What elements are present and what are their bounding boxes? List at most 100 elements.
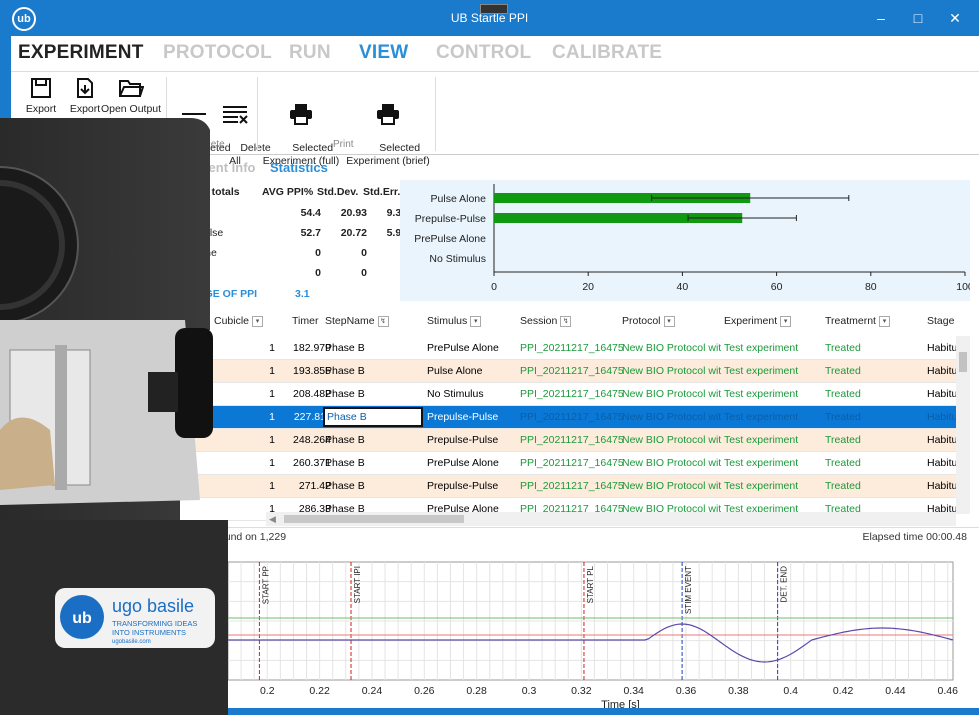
menu-run[interactable]: RUN bbox=[289, 42, 331, 64]
cell-session: PPI_20211217_16475 bbox=[520, 411, 624, 423]
cell-timer: 248.264 bbox=[293, 434, 331, 446]
cell-protocol: New BIO Protocol wit bbox=[622, 434, 722, 446]
filter-active-icon[interactable]: ↯ bbox=[377, 315, 389, 327]
event-marker-label: DET. END bbox=[780, 566, 789, 603]
cell-editor[interactable]: Phase B bbox=[323, 407, 423, 427]
close-icon[interactable]: ✕ bbox=[941, 8, 969, 28]
category-label: Prepulse-Pulse bbox=[415, 213, 486, 225]
cell-stage: Habitu bbox=[927, 480, 958, 492]
cell-cubicle: 1 bbox=[269, 434, 275, 446]
cell-treatment: Treated bbox=[825, 365, 861, 377]
filter-icon[interactable]: ▾ bbox=[470, 315, 482, 327]
x-tick-label: 0.44 bbox=[885, 685, 906, 697]
col-cubicle-label: Cubicle bbox=[214, 315, 250, 327]
menu-view[interactable]: VIEW bbox=[359, 42, 408, 64]
x-axis-label: Time [s] bbox=[601, 699, 640, 708]
vertical-scrollbar[interactable] bbox=[956, 336, 970, 514]
export-icon bbox=[77, 78, 93, 98]
col-stimulus[interactable]: Stimulus ▾ bbox=[427, 315, 482, 327]
cell-step: Phase B bbox=[325, 365, 365, 377]
minimize-icon[interactable]: – bbox=[867, 8, 895, 28]
save-icon bbox=[31, 78, 51, 98]
col-session[interactable]: Session ↯ bbox=[520, 315, 572, 327]
col-stepname[interactable]: StepName ↯ bbox=[325, 315, 389, 327]
ribbon-separator bbox=[166, 77, 167, 151]
x-tick-label: 60 bbox=[771, 281, 783, 293]
x-tick-label: 0.4 bbox=[783, 685, 798, 697]
category-label: Pulse Alone bbox=[431, 193, 487, 205]
x-tick-label: 0.42 bbox=[833, 685, 854, 697]
filter-icon[interactable]: ▾ bbox=[663, 315, 675, 327]
cell-stage: Habitu bbox=[927, 434, 958, 446]
filter-icon[interactable]: ▾ bbox=[780, 315, 792, 327]
table-row[interactable]: 1 248.264 Phase B Prepulse-Pulse PPI_2021121… bbox=[11, 429, 958, 452]
stats-avg: 0 bbox=[315, 247, 321, 259]
stats-avg: 52.7 bbox=[300, 227, 321, 239]
stats-sd: 20.72 bbox=[340, 227, 367, 239]
horizontal-scrollbar[interactable]: ◀ bbox=[266, 512, 956, 526]
table-row[interactable]: 1 182.979 Phase B PrePulse Alone PPI_2021121… bbox=[11, 337, 957, 360]
cell-stage: Habitu bbox=[927, 457, 958, 469]
filter-active-icon[interactable]: ↯ bbox=[560, 315, 572, 327]
delete-group-label: elete bbox=[203, 139, 225, 150]
cell-session: PPI_20211217_16475 bbox=[520, 388, 624, 400]
open-output-button[interactable]: Open Output bbox=[99, 77, 163, 116]
menu-calibrate[interactable]: CALIBRATE bbox=[552, 42, 662, 64]
cell-protocol: New BIO Protocol wit bbox=[622, 342, 722, 354]
export-label: Export bbox=[25, 103, 57, 115]
table-row[interactable]: 1 208.482 Phase B No Stimulus PPI_20211217_1… bbox=[11, 383, 957, 406]
cell-protocol: New BIO Protocol wit bbox=[622, 365, 722, 377]
x-tick-label: 0.28 bbox=[466, 685, 487, 697]
col-stage[interactable]: Stage bbox=[927, 315, 954, 327]
stats-label: ne bbox=[197, 207, 209, 219]
scroll-left-icon[interactable]: ◀ bbox=[269, 514, 276, 525]
table-row[interactable]: 1 193.855 Phase B Pulse Alone PPI_20211217_1… bbox=[11, 360, 958, 383]
scroll-thumb[interactable] bbox=[284, 515, 464, 523]
x-tick-label: 0.22 bbox=[309, 685, 330, 697]
menu-control[interactable]: CONTROL bbox=[436, 42, 531, 64]
tab-experiment-info[interactable]: ment Info bbox=[197, 160, 256, 175]
tab-statistics[interactable]: Statistics bbox=[270, 160, 328, 175]
cell-treatment: Treated bbox=[825, 388, 861, 400]
menu-protocol[interactable]: PROTOCOL bbox=[163, 42, 272, 64]
col-protocol[interactable]: Protocol ▾ bbox=[622, 315, 675, 327]
col-cubicle[interactable]: Cubicle ▾ bbox=[214, 315, 264, 327]
drag-grip-icon[interactable] bbox=[480, 4, 508, 14]
event-marker-label: START PP bbox=[261, 566, 270, 604]
cell-experiment: Test experiment bbox=[724, 342, 799, 354]
delete-all-icon bbox=[223, 106, 248, 124]
cell-stage: Habitu bbox=[927, 365, 958, 377]
startle-trace-plot: 0.2 0.22 0.24 0.26 0.28 0.3 0.32 0.34 0.36 0.38 0.… bbox=[11, 546, 979, 711]
table-row[interactable]: 1 271.42 Phase B Prepulse-Pulse PPI_20211217… bbox=[11, 475, 958, 498]
col-stage-label: Stage bbox=[927, 315, 955, 327]
category-label: PrePulse Alone bbox=[414, 233, 486, 245]
table-row[interactable]: 1227.811Phase BPrepulse-PulsePPI_2021121… bbox=[11, 406, 957, 429]
cell-stimulus: Pulse Alone bbox=[427, 365, 483, 377]
category-label: No Stimulus bbox=[429, 253, 486, 265]
stats-sd: 0 bbox=[361, 267, 367, 279]
scroll-thumb[interactable] bbox=[959, 352, 967, 372]
menu-experiment[interactable]: EXPERIMENT bbox=[18, 42, 144, 64]
x-tick-label: 0.24 bbox=[362, 685, 383, 697]
cell-timer: 208.482 bbox=[293, 388, 331, 400]
table-row[interactable]: 1 260.371 Phase B PrePulse Alone PPI_2021121… bbox=[11, 452, 958, 475]
cell-step: Phase B bbox=[325, 434, 365, 446]
cell-treatment: Treated bbox=[825, 480, 861, 492]
delete-selected-icon bbox=[182, 113, 206, 115]
col-treatment[interactable]: Treatmernt ▾ bbox=[825, 315, 890, 327]
filter-icon[interactable]: ▾ bbox=[878, 315, 890, 327]
stats-label: lone bbox=[197, 247, 217, 259]
stats-label: Pulse bbox=[197, 227, 224, 239]
printer-icon bbox=[290, 104, 312, 125]
cell-cubicle: 1 bbox=[269, 480, 275, 492]
cell-session: PPI_20211217_16475 bbox=[520, 434, 624, 446]
filter-icon[interactable]: ▾ bbox=[252, 315, 264, 327]
elapsed-time: Elapsed time 00:00.48 bbox=[862, 531, 968, 543]
col-timer[interactable]: Timer bbox=[292, 315, 318, 327]
col-experiment[interactable]: Experiment ▾ bbox=[724, 315, 792, 327]
cell-timer: 271.42 bbox=[298, 480, 331, 492]
open-output-label: Open Output bbox=[100, 103, 162, 115]
bar-chart-svg: Pulse Alone Prepulse-Pulse PrePulse Alone N… bbox=[414, 184, 974, 293]
maximize-icon[interactable]: □ bbox=[904, 8, 932, 28]
export-button[interactable]: Export bbox=[21, 77, 61, 116]
